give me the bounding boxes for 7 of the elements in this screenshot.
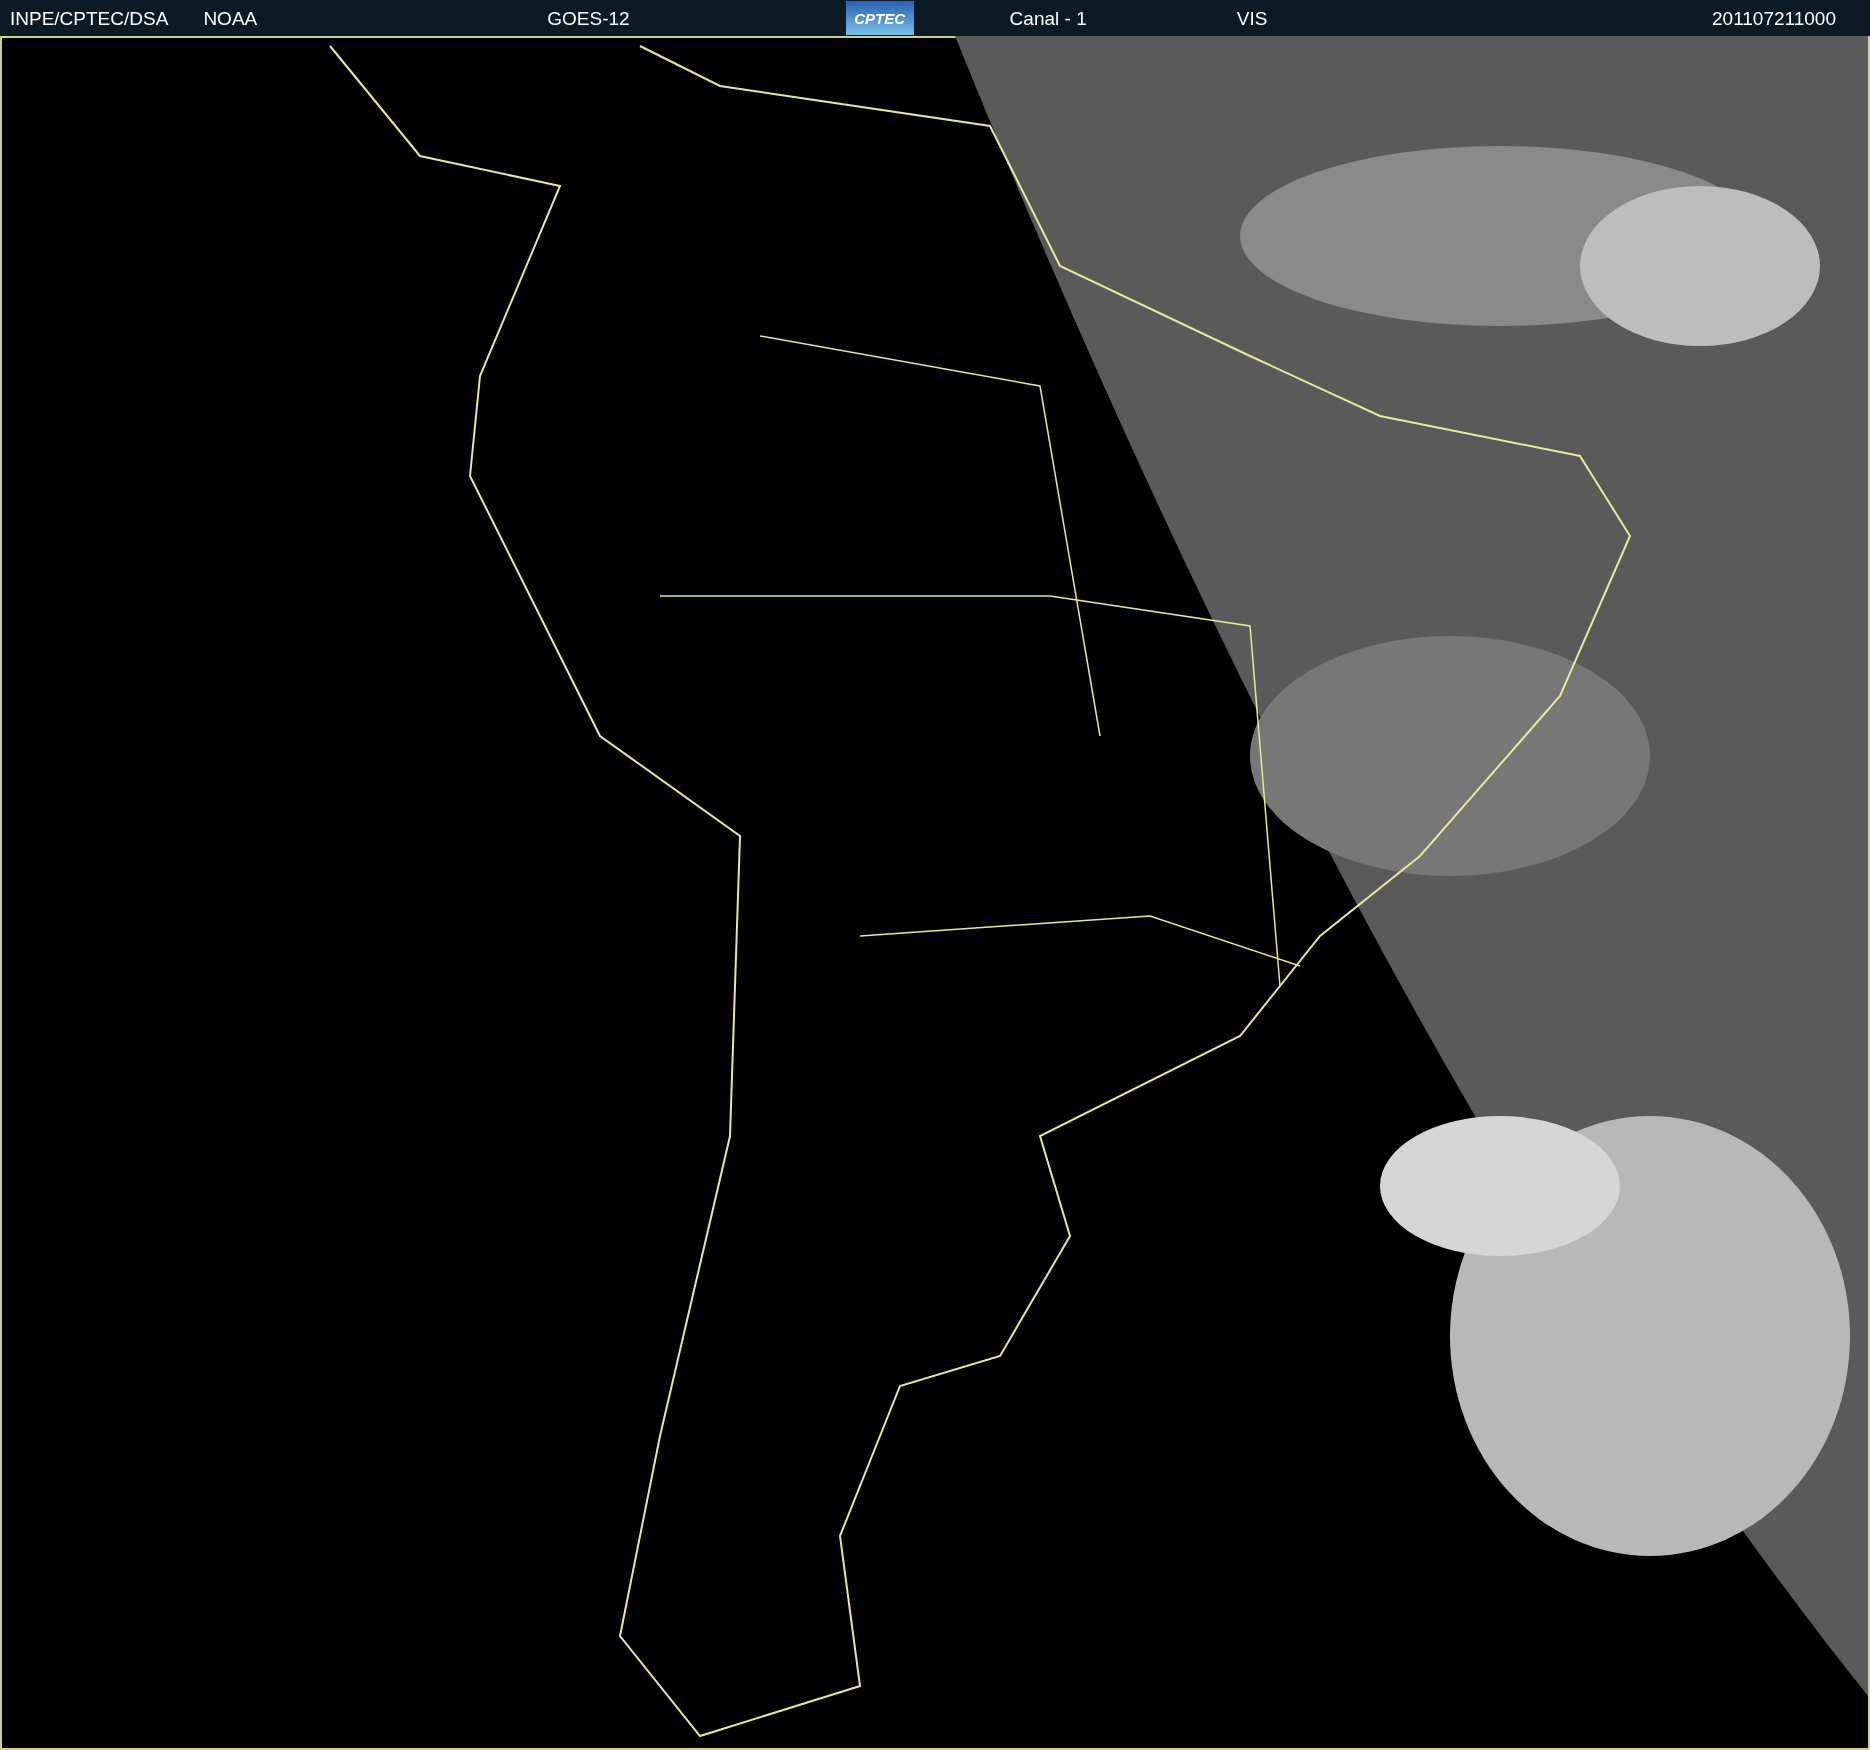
band-label: VIS <box>1236 8 1268 28</box>
channel-label: Canal - 1 <box>1009 8 1087 28</box>
agency-label: NOAA <box>203 8 258 28</box>
logo: CPTEC <box>845 1 914 35</box>
timestamp-label: 201107211000 <box>1712 8 1836 28</box>
satellite-label: GOES-12 <box>547 8 630 28</box>
source-label: INPE/CPTEC/DSA <box>10 8 169 28</box>
